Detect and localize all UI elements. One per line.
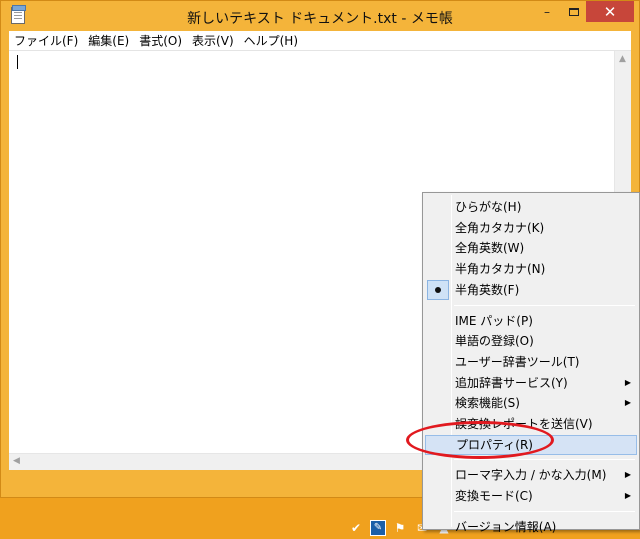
submenu-arrow-icon: ▶ <box>624 377 631 387</box>
ime-menu-item-label: 全角カタカナ(K) <box>455 220 545 235</box>
minimize-icon: – <box>544 4 550 19</box>
ime-menu-item-label: 変換モード(C) <box>455 489 533 504</box>
ime-menu-item-label: 単語の登録(O) <box>455 334 534 349</box>
close-icon: ✕ <box>603 2 617 21</box>
scroll-up-icon[interactable]: ▲ <box>619 55 626 64</box>
ime-menu-item[interactable]: IME パッド(P) <box>425 311 637 331</box>
ime-tool-icon[interactable]: ✎ <box>370 519 386 536</box>
ime-menu-item[interactable]: 検索機能(S) ▶ <box>425 393 637 413</box>
text-caret <box>17 55 18 69</box>
ime-menu-item-label: 全角英数(W) <box>455 241 525 256</box>
ime-menu-item-label: 追加辞書サービス(Y) <box>455 375 568 390</box>
menu-separator <box>454 459 635 461</box>
ime-menu-item[interactable]: 変換モード(C) ▶ <box>425 486 637 506</box>
ime-menu-item-label: ローマ字入力 / かな入力(M) <box>455 468 607 483</box>
radio-bullet-icon <box>427 279 449 300</box>
submenu-arrow-icon: ▶ <box>624 491 631 501</box>
menu-file[interactable]: ファイル(F) <box>9 31 83 51</box>
submenu-arrow-icon: ▶ <box>624 398 631 408</box>
ime-menu-item-label: 半角カタカナ(N) <box>455 262 546 277</box>
ime-menu-item-label: プロパティ(R) <box>456 437 533 452</box>
minimize-button[interactable]: – <box>533 1 561 22</box>
menu-bar: ファイル(F) 編集(E) 書式(O) 表示(V) ヘルプ(H) <box>9 31 631 51</box>
ime-menu-item[interactable]: 半角カタカナ(N) <box>425 259 637 279</box>
title-bar[interactable]: 新しいテキスト ドキュメント.txt - メモ帳 – ✕ <box>1 1 639 31</box>
menu-edit[interactable]: 編集(E) <box>83 31 134 51</box>
ime-menu-item-label: 半角英数(F) <box>455 282 520 297</box>
ime-menu-item[interactable]: 追加辞書サービス(Y) ▶ <box>425 373 637 393</box>
menu-view[interactable]: 表示(V) <box>187 31 239 51</box>
ime-menu-item-label: IME パッド(P) <box>455 313 533 328</box>
ime-menu-item[interactable]: 半角英数(F) <box>425 279 637 300</box>
ime-context-menu: ひらがな(H) 全角カタカナ(K) 全角英数(W) 半角カタカナ(N) 半角英数(F) I… <box>422 192 640 534</box>
ime-menu-item[interactable]: 全角カタカナ(K) <box>425 218 637 238</box>
ime-menu-item[interactable]: ユーザー辞書ツール(T) <box>425 352 637 372</box>
ime-menu-item-label: ユーザー辞書ツール(T) <box>455 354 580 369</box>
ime-menu-item-label: ひらがな(H) <box>455 200 522 214</box>
submenu-arrow-icon: ▶ <box>624 470 631 480</box>
flag-icon[interactable]: ⚑ <box>392 520 408 536</box>
ime-menu-item[interactable]: 全角英数(W) <box>425 238 637 258</box>
ime-menu-item[interactable]: バージョン情報(A) <box>425 517 637 537</box>
check-flag-icon[interactable]: ✔ <box>348 520 364 536</box>
maximize-button[interactable] <box>560 1 588 22</box>
ime-menu-item-label: 検索機能(S) <box>455 396 520 411</box>
menu-separator <box>454 510 635 512</box>
ime-menu-item[interactable]: 単語の登録(O) <box>425 331 637 351</box>
ime-menu-item[interactable]: ローマ字入力 / かな入力(M) ▶ <box>425 465 637 485</box>
ime-menu-item[interactable]: ひらがな(H) <box>425 197 637 217</box>
menu-format[interactable]: 書式(O) <box>134 31 187 51</box>
ime-menu-item[interactable]: 誤変換レポートを送信(V) <box>425 414 637 434</box>
scroll-left-icon[interactable]: ◀ <box>13 457 20 466</box>
ime-menu-item-label: 誤変換レポートを送信(V) <box>455 417 593 431</box>
menu-help[interactable]: ヘルプ(H) <box>239 31 303 51</box>
close-button[interactable]: ✕ <box>586 1 634 22</box>
menu-separator <box>454 304 635 306</box>
ime-menu-item-label: バージョン情報(A) <box>455 519 557 534</box>
ime-menu-item[interactable]: プロパティ(R) <box>425 434 637 455</box>
maximize-icon <box>569 7 579 16</box>
